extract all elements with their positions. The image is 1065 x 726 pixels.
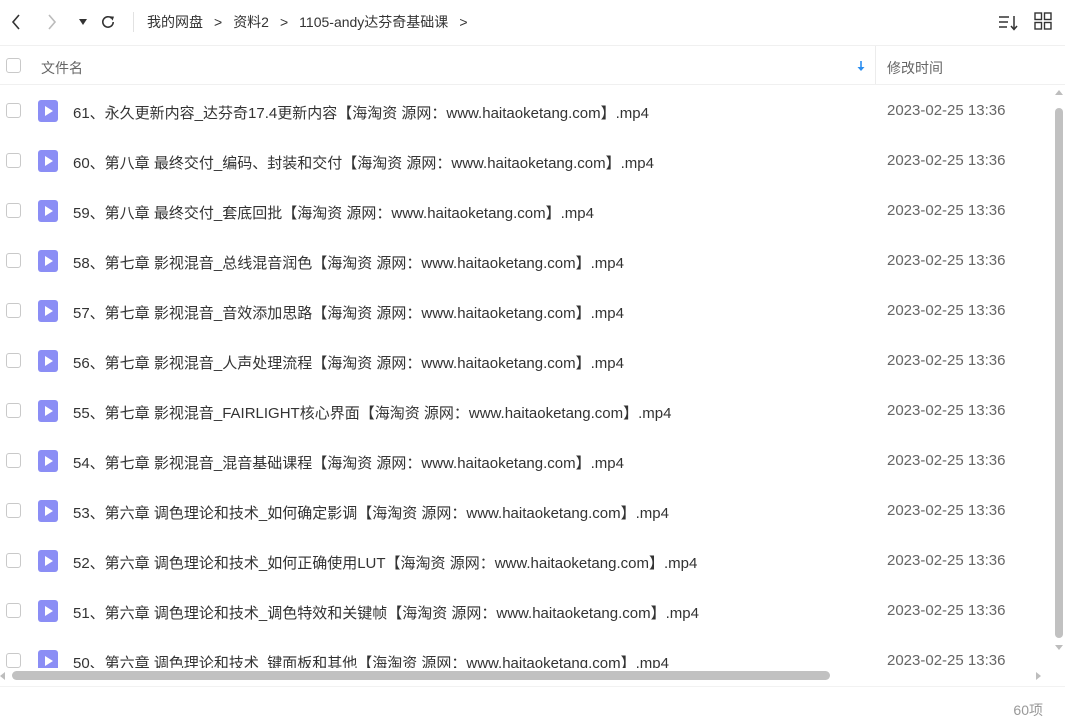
row-checkbox[interactable] (6, 603, 21, 618)
video-file-icon (38, 200, 58, 222)
video-file-icon (38, 150, 58, 172)
video-file-icon (38, 400, 58, 422)
status-bar: 60项 (0, 686, 1065, 726)
scroll-right-arrow[interactable] (1036, 672, 1041, 680)
list-item[interactable]: 50、第六章 调色理论和技术_键面板和其他【海淘资 源网：www.haitaok… (0, 636, 1052, 668)
file-name[interactable]: 51、第六章 调色理论和技术_调色特效和关键帧【海淘资 源网：www.haita… (73, 602, 699, 623)
row-checkbox[interactable] (6, 553, 21, 568)
file-modified-time: 2023-02-25 13:36 (887, 302, 1006, 319)
list-item[interactable]: 51、第六章 调色理论和技术_调色特效和关键帧【海淘资 源网：www.haita… (0, 586, 1052, 636)
sort-button[interactable] (997, 12, 1019, 34)
video-file-icon (38, 650, 58, 668)
file-modified-time: 2023-02-25 13:36 (887, 502, 1006, 519)
scroll-up-arrow[interactable] (1055, 90, 1063, 95)
list-item[interactable]: 52、第六章 调色理论和技术_如何正确使用LUT【海淘资 源网：www.hait… (0, 536, 1052, 586)
file-modified-time: 2023-02-25 13:36 (887, 402, 1006, 419)
file-modified-time: 2023-02-25 13:36 (887, 252, 1006, 269)
file-modified-time: 2023-02-25 13:36 (887, 352, 1006, 369)
video-file-icon (38, 250, 58, 272)
breadcrumb-item-root[interactable]: 我的网盘 (147, 12, 203, 32)
list-item[interactable]: 61、永久更新内容_达芬奇17.4更新内容【海淘资 源网：www.haitaok… (0, 86, 1052, 136)
row-checkbox[interactable] (6, 253, 21, 268)
file-name[interactable]: 50、第六章 调色理论和技术_键面板和其他【海淘资 源网：www.haitaok… (73, 652, 669, 668)
video-file-icon (38, 600, 58, 622)
file-modified-time: 2023-02-25 13:36 (887, 552, 1006, 569)
history-dropdown-button[interactable] (72, 10, 94, 34)
video-file-icon (38, 550, 58, 572)
breadcrumb-separator: > (279, 14, 289, 30)
chevron-left-icon (11, 14, 20, 30)
row-checkbox[interactable] (6, 653, 21, 668)
file-name[interactable]: 54、第七章 影视混音_混音基础课程【海淘资 源网：www.haitaoketa… (73, 452, 624, 473)
file-name[interactable]: 52、第六章 调色理论和技术_如何正确使用LUT【海淘资 源网：www.hait… (73, 552, 697, 573)
toolbar: 我的网盘 > 资料2 > 1105-andy达芬奇基础课 > (0, 0, 1065, 44)
file-name[interactable]: 55、第七章 影视混音_FAIRLIGHT核心界面【海淘资 源网：www.hai… (73, 402, 671, 423)
video-file-icon (38, 300, 58, 322)
row-checkbox[interactable] (6, 303, 21, 318)
row-checkbox[interactable] (6, 403, 21, 418)
grid-view-icon (1034, 12, 1052, 30)
vertical-scroll-thumb[interactable] (1055, 108, 1063, 638)
file-name[interactable]: 53、第六章 调色理论和技术_如何确定影调【海淘资 源网：www.haitaok… (73, 502, 669, 523)
video-file-icon (38, 100, 58, 122)
file-modified-time: 2023-02-25 13:36 (887, 652, 1006, 668)
horizontal-scrollbar[interactable] (0, 668, 1052, 684)
grid-view-button[interactable] (1034, 12, 1056, 34)
chevron-right-icon (48, 14, 57, 30)
vertical-scrollbar[interactable] (1052, 86, 1065, 668)
file-name[interactable]: 59、第八章 最终交付_套底回批【海淘资 源网：www.haitaoketang… (73, 202, 594, 223)
file-modified-time: 2023-02-25 13:36 (887, 202, 1006, 219)
refresh-button[interactable] (97, 10, 119, 34)
file-name[interactable]: 56、第七章 影视混音_人声处理流程【海淘资 源网：www.haitaoketa… (73, 352, 624, 373)
list-item[interactable]: 55、第七章 影视混音_FAIRLIGHT核心界面【海淘资 源网：www.hai… (0, 386, 1052, 436)
breadcrumb-separator: > (459, 14, 468, 30)
list-item[interactable]: 59、第八章 最终交付_套底回批【海淘资 源网：www.haitaoketang… (0, 186, 1052, 236)
column-header-modified-time[interactable]: 修改时间 (887, 58, 943, 78)
row-checkbox[interactable] (6, 353, 21, 368)
file-list: 61、永久更新内容_达芬奇17.4更新内容【海淘资 源网：www.haitaok… (0, 86, 1052, 668)
refresh-icon (102, 15, 114, 28)
file-name[interactable]: 57、第七章 影视混音_音效添加思路【海淘资 源网：www.haitaoketa… (73, 302, 624, 323)
file-name[interactable]: 58、第七章 影视混音_总线混音润色【海淘资 源网：www.haitaoketa… (73, 252, 624, 273)
scroll-down-arrow[interactable] (1055, 645, 1063, 650)
forward-button[interactable] (41, 10, 63, 34)
video-file-icon (38, 500, 58, 522)
row-checkbox[interactable] (6, 103, 21, 118)
list-item[interactable]: 56、第七章 影视混音_人声处理流程【海淘资 源网：www.haitaoketa… (0, 336, 1052, 386)
video-file-icon (38, 350, 58, 372)
toolbar-divider (133, 12, 134, 32)
sort-direction-button[interactable] (855, 58, 867, 74)
file-name[interactable]: 60、第八章 最终交付_编码、封装和交付【海淘资 源网：www.haitaoke… (73, 152, 654, 173)
list-item[interactable]: 58、第七章 影视混音_总线混音润色【海淘资 源网：www.haitaoketa… (0, 236, 1052, 286)
list-item[interactable]: 53、第六章 调色理论和技术_如何确定影调【海淘资 源网：www.haitaok… (0, 486, 1052, 536)
column-divider[interactable] (875, 46, 876, 84)
sort-icon (999, 16, 1018, 31)
breadcrumb-item-current[interactable]: 1105-andy达芬奇基础课 (299, 12, 448, 32)
item-count: 60项 (1013, 702, 1043, 718)
row-checkbox[interactable] (6, 453, 21, 468)
back-button[interactable] (5, 10, 27, 34)
column-header-name[interactable]: 文件名 (41, 58, 83, 78)
file-modified-time: 2023-02-25 13:36 (887, 602, 1006, 619)
file-modified-time: 2023-02-25 13:36 (887, 102, 1006, 119)
row-checkbox[interactable] (6, 503, 21, 518)
breadcrumb-separator: > (214, 14, 223, 30)
horizontal-scroll-thumb[interactable] (12, 671, 830, 680)
row-checkbox[interactable] (6, 203, 21, 218)
file-modified-time: 2023-02-25 13:36 (887, 452, 1006, 469)
select-all-checkbox[interactable] (6, 58, 21, 73)
list-item[interactable]: 60、第八章 最终交付_编码、封装和交付【海淘资 源网：www.haitaoke… (0, 136, 1052, 186)
file-modified-time: 2023-02-25 13:36 (887, 152, 1006, 169)
video-file-icon (38, 450, 58, 472)
breadcrumb: 我的网盘 > 资料2 > 1105-andy达芬奇基础课 > (147, 12, 479, 32)
file-name[interactable]: 61、永久更新内容_达芬奇17.4更新内容【海淘资 源网：www.haitaok… (73, 102, 649, 123)
arrow-down-icon (857, 61, 865, 71)
scroll-left-arrow[interactable] (0, 672, 5, 680)
list-item[interactable]: 54、第七章 影视混音_混音基础课程【海淘资 源网：www.haitaoketa… (0, 436, 1052, 486)
row-checkbox[interactable] (6, 153, 21, 168)
list-item[interactable]: 57、第七章 影视混音_音效添加思路【海淘资 源网：www.haitaoketa… (0, 286, 1052, 336)
breadcrumb-item-folder[interactable]: 资料2 (233, 12, 269, 32)
list-header: 文件名 修改时间 (0, 45, 1065, 85)
caret-down-icon (79, 19, 87, 25)
